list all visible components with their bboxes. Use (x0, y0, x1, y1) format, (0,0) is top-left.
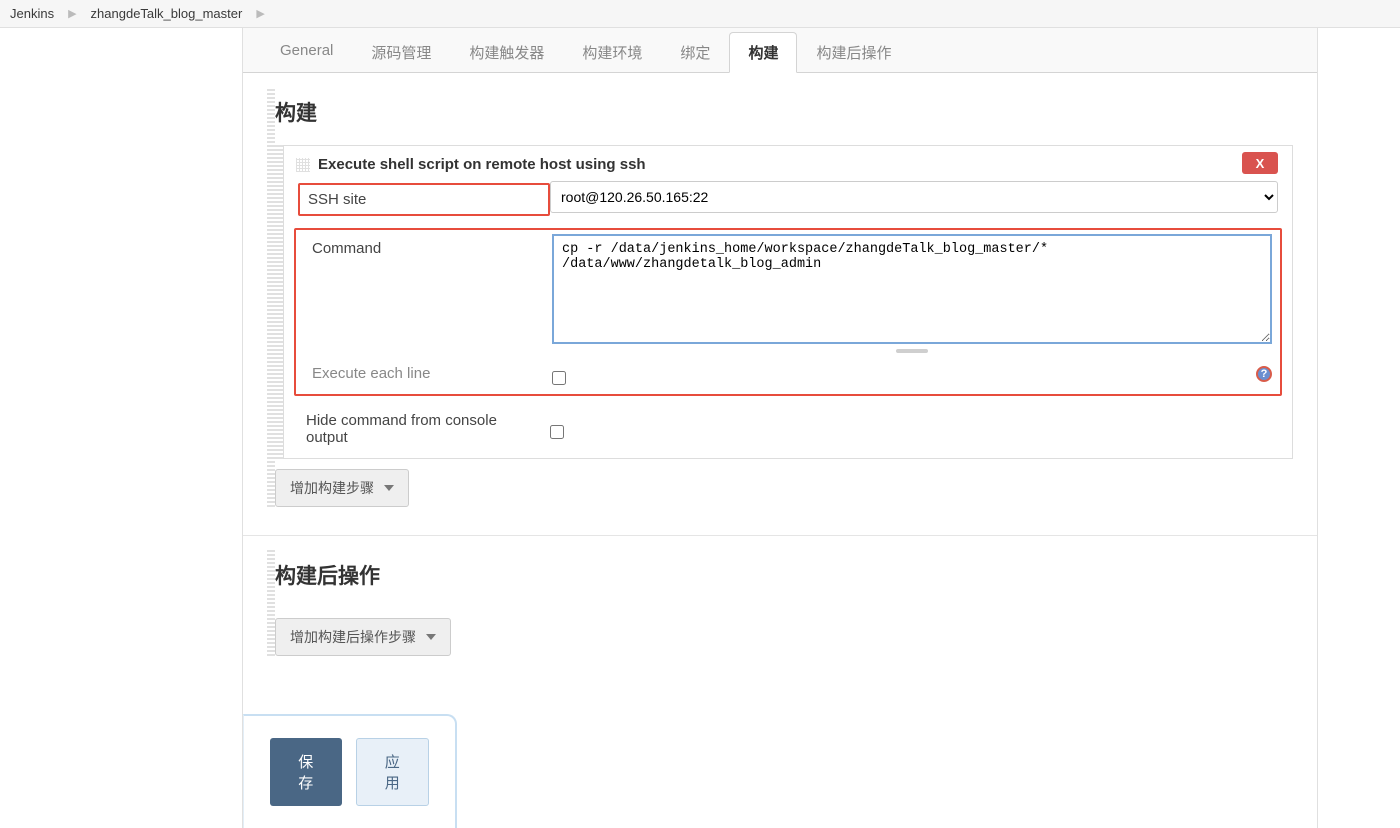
chevron-right-icon: ▶ (256, 7, 264, 20)
section-title-post: 构建后操作 (275, 560, 1293, 590)
caret-down-icon (426, 634, 436, 640)
chevron-right-icon: ▶ (68, 7, 76, 20)
tab-post[interactable]: 构建后操作 (797, 32, 910, 72)
footer-actions: 保存 应用 (243, 714, 457, 828)
section-drag-handle[interactable] (267, 550, 275, 656)
caret-down-icon (384, 485, 394, 491)
execute-each-line-label: Execute each line (304, 359, 552, 388)
help-icon[interactable]: ? (1256, 366, 1272, 382)
section-build: 构建 Execute shell script on remote host u… (243, 73, 1317, 536)
delete-step-button[interactable]: X (1242, 152, 1278, 174)
add-post-build-step-label: 增加构建后操作步骤 (290, 627, 416, 647)
tab-build[interactable]: 构建 (729, 32, 797, 73)
section-drag-handle[interactable] (267, 87, 275, 507)
tab-general[interactable]: General (261, 32, 352, 72)
breadcrumb-project[interactable]: zhangdeTalk_blog_master (91, 6, 243, 21)
hide-command-checkbox[interactable] (550, 425, 564, 439)
grip-icon[interactable] (296, 158, 310, 172)
tab-bar: General 源码管理 构建触发器 构建环境 绑定 构建 构建后操作 (243, 28, 1317, 73)
tab-scm[interactable]: 源码管理 (352, 32, 450, 72)
save-button[interactable]: 保存 (270, 738, 342, 806)
apply-button[interactable]: 应用 (356, 738, 430, 806)
step-drag-handle[interactable] (275, 145, 283, 459)
section-post-build: 构建后操作 增加构建后操作步骤 (243, 536, 1317, 684)
command-textarea[interactable] (552, 234, 1272, 344)
execute-each-line-checkbox[interactable] (552, 371, 566, 385)
add-post-build-step-button[interactable]: 增加构建后操作步骤 (275, 618, 451, 656)
hide-command-label: Hide command from console output (298, 406, 550, 452)
breadcrumb: Jenkins ▶ zhangdeTalk_blog_master ▶ (0, 0, 1400, 28)
ssh-site-select[interactable]: root@120.26.50.165:22 (550, 181, 1278, 213)
ssh-site-label: SSH site (298, 183, 550, 216)
command-label: Command (304, 234, 552, 263)
tab-bindings[interactable]: 绑定 (661, 32, 729, 72)
tab-env[interactable]: 构建环境 (563, 32, 661, 72)
config-panel: General 源码管理 构建触发器 构建环境 绑定 构建 构建后操作 构建 (242, 28, 1318, 828)
build-step-title: Execute shell script on remote host usin… (318, 156, 646, 173)
breadcrumb-root[interactable]: Jenkins (10, 6, 54, 21)
section-title-build: 构建 (275, 97, 1293, 127)
add-build-step-button[interactable]: 增加构建步骤 (275, 469, 409, 507)
tab-triggers[interactable]: 构建触发器 (450, 32, 563, 72)
add-build-step-label: 增加构建步骤 (290, 478, 374, 498)
textarea-resize-handle[interactable] (896, 349, 928, 353)
build-step-ssh: Execute shell script on remote host usin… (283, 145, 1293, 459)
